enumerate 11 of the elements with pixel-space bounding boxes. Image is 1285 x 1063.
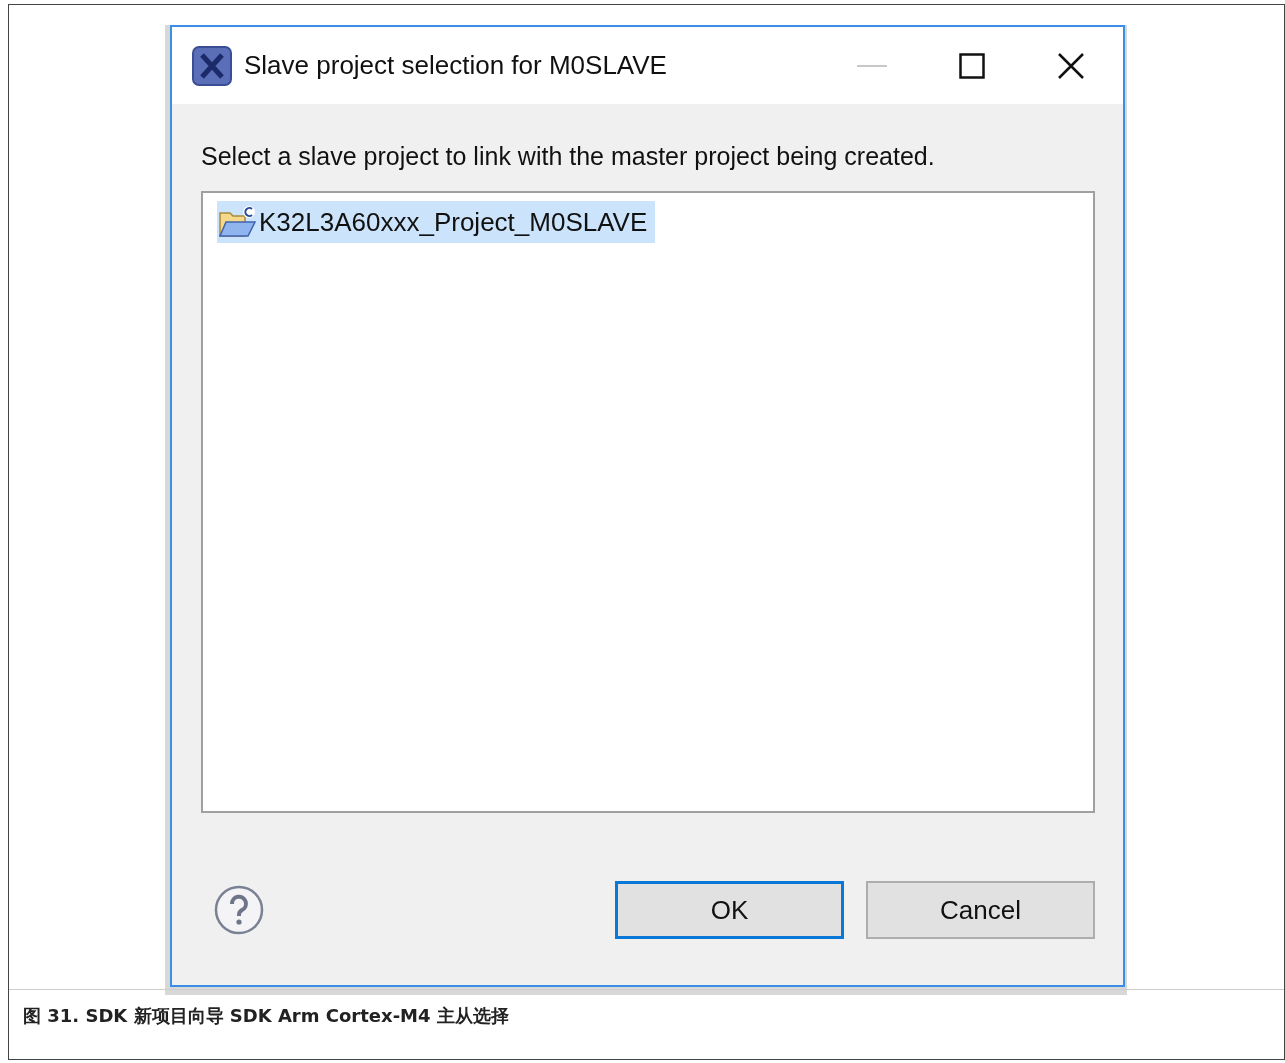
- folder-icon: [217, 205, 257, 239]
- help-icon[interactable]: [213, 884, 265, 936]
- window-title: Slave project selection for M0SLAVE: [244, 50, 667, 81]
- maximize-icon[interactable]: [959, 52, 985, 79]
- ok-button[interactable]: OK: [615, 881, 844, 939]
- project-item[interactable]: K32L3A60xxx_Project_M0SLAVE: [217, 201, 656, 243]
- instruction-text: Select a slave project to link with the master project being created.: [201, 142, 936, 171]
- close-icon[interactable]: [1057, 51, 1085, 80]
- figure-caption: 图 31. SDK 新项目向导 SDK Arm Cortex-M4 主从选择: [9, 989, 1284, 1042]
- app-icon: [192, 45, 232, 86]
- cancel-button[interactable]: Cancel: [866, 881, 1095, 939]
